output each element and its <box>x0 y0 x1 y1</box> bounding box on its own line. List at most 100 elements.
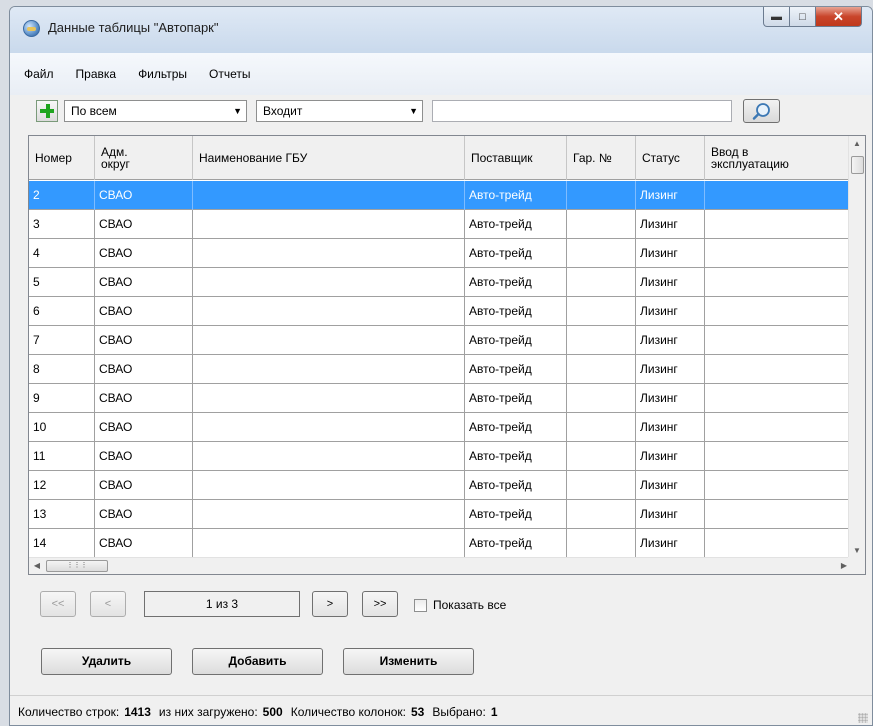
title-bar[interactable]: Данные таблицы "Автопарк" ▬ □ ✕ <box>10 7 872 53</box>
cell-garage-no[interactable] <box>567 268 636 297</box>
cell-status[interactable]: Лизинг <box>636 355 705 384</box>
cell-gbu-name[interactable] <box>193 297 465 326</box>
cell-garage-no[interactable] <box>567 413 636 442</box>
table-row[interactable]: 9 СВАО Авто-трейд Лизинг <box>29 384 852 413</box>
cell-garage-no[interactable] <box>567 471 636 500</box>
cell-district[interactable]: СВАО <box>95 355 193 384</box>
cell-commissioning[interactable] <box>705 355 852 384</box>
cell-garage-no[interactable] <box>567 529 636 558</box>
cell-commissioning[interactable] <box>705 500 852 529</box>
cell-supplier[interactable]: Авто-трейд <box>465 355 567 384</box>
cell-number[interactable]: 2 <box>29 181 95 210</box>
cell-status[interactable]: Лизинг <box>636 210 705 239</box>
cell-supplier[interactable]: Авто-трейд <box>465 413 567 442</box>
menu-reports[interactable]: Отчеты <box>209 67 250 81</box>
table-row[interactable]: 6 СВАО Авто-трейд Лизинг <box>29 297 852 326</box>
cell-status[interactable]: Лизинг <box>636 500 705 529</box>
cell-supplier[interactable]: Авто-трейд <box>465 471 567 500</box>
cell-commissioning[interactable] <box>705 268 852 297</box>
cell-supplier[interactable]: Авто-трейд <box>465 297 567 326</box>
table-row[interactable]: 14 СВАО Авто-трейд Лизинг <box>29 529 852 558</box>
cell-garage-no[interactable] <box>567 442 636 471</box>
cell-district[interactable]: СВАО <box>95 442 193 471</box>
cell-garage-no[interactable] <box>567 210 636 239</box>
cell-gbu-name[interactable] <box>193 384 465 413</box>
cell-number[interactable]: 14 <box>29 529 95 558</box>
column-header-supplier[interactable]: Поставщик <box>465 136 567 180</box>
condition-select[interactable]: Входит ▼ <box>256 100 423 122</box>
cell-status[interactable]: Лизинг <box>636 268 705 297</box>
first-page-button[interactable]: << <box>40 591 76 617</box>
show-all-checkbox[interactable] <box>414 598 427 612</box>
table-row[interactable]: 8 СВАО Авто-трейд Лизинг <box>29 355 852 384</box>
vertical-scroll-thumb[interactable] <box>851 156 864 174</box>
cell-number[interactable]: 4 <box>29 239 95 268</box>
cell-garage-no[interactable] <box>567 297 636 326</box>
cell-commissioning[interactable] <box>705 181 852 210</box>
add-record-plus-icon[interactable] <box>36 100 58 122</box>
column-header-gbu-name[interactable]: Наименование ГБУ <box>193 136 465 180</box>
minimize-button[interactable]: ▬ <box>763 7 790 27</box>
cell-supplier[interactable]: Авто-трейд <box>465 210 567 239</box>
cell-district[interactable]: СВАО <box>95 210 193 239</box>
cell-supplier[interactable]: Авто-трейд <box>465 239 567 268</box>
cell-supplier[interactable]: Авто-трейд <box>465 268 567 297</box>
menu-file[interactable]: Файл <box>24 67 54 81</box>
close-button[interactable]: ✕ <box>816 7 862 27</box>
horizontal-scrollbar[interactable]: ◀ ⋮⋮⋮ ▶ <box>29 557 852 574</box>
cell-supplier[interactable]: Авто-трейд <box>465 326 567 355</box>
cell-number[interactable]: 12 <box>29 471 95 500</box>
cell-commissioning[interactable] <box>705 442 852 471</box>
cell-district[interactable]: СВАО <box>95 500 193 529</box>
cell-gbu-name[interactable] <box>193 326 465 355</box>
cell-gbu-name[interactable] <box>193 181 465 210</box>
cell-status[interactable]: Лизинг <box>636 529 705 558</box>
column-header-status[interactable]: Статус <box>636 136 705 180</box>
scroll-up-icon[interactable]: ▲ <box>849 136 865 152</box>
cell-commissioning[interactable] <box>705 210 852 239</box>
cell-garage-no[interactable] <box>567 239 636 268</box>
cell-status[interactable]: Лизинг <box>636 181 705 210</box>
maximize-button[interactable]: □ <box>790 7 816 27</box>
cell-number[interactable]: 8 <box>29 355 95 384</box>
cell-district[interactable]: СВАО <box>95 413 193 442</box>
cell-status[interactable]: Лизинг <box>636 239 705 268</box>
vertical-scrollbar[interactable]: ▲ ▼ <box>848 136 865 559</box>
cell-commissioning[interactable] <box>705 529 852 558</box>
cell-number[interactable]: 11 <box>29 442 95 471</box>
cell-gbu-name[interactable] <box>193 529 465 558</box>
horizontal-scroll-thumb[interactable]: ⋮⋮⋮ <box>46 560 108 572</box>
cell-number[interactable]: 9 <box>29 384 95 413</box>
delete-button[interactable]: Удалить <box>41 648 172 675</box>
cell-district[interactable]: СВАО <box>95 297 193 326</box>
table-row[interactable]: 11 СВАО Авто-трейд Лизинг <box>29 442 852 471</box>
cell-commissioning[interactable] <box>705 384 852 413</box>
cell-number[interactable]: 5 <box>29 268 95 297</box>
cell-district[interactable]: СВАО <box>95 181 193 210</box>
field-select[interactable]: По всем ▼ <box>64 100 247 122</box>
cell-gbu-name[interactable] <box>193 268 465 297</box>
cell-gbu-name[interactable] <box>193 239 465 268</box>
cell-status[interactable]: Лизинг <box>636 326 705 355</box>
cell-garage-no[interactable] <box>567 181 636 210</box>
menu-filters[interactable]: Фильтры <box>138 67 187 81</box>
cell-district[interactable]: СВАО <box>95 239 193 268</box>
cell-supplier[interactable]: Авто-трейд <box>465 384 567 413</box>
cell-number[interactable]: 13 <box>29 500 95 529</box>
cell-gbu-name[interactable] <box>193 413 465 442</box>
cell-gbu-name[interactable] <box>193 500 465 529</box>
cell-gbu-name[interactable] <box>193 442 465 471</box>
table-row[interactable]: 4 СВАО Авто-трейд Лизинг <box>29 239 852 268</box>
search-button[interactable] <box>743 99 780 123</box>
column-header-district[interactable]: Адм. округ <box>95 136 193 180</box>
edit-button[interactable]: Изменить <box>343 648 474 675</box>
cell-district[interactable]: СВАО <box>95 471 193 500</box>
cell-number[interactable]: 6 <box>29 297 95 326</box>
cell-gbu-name[interactable] <box>193 355 465 384</box>
resize-grip-icon[interactable] <box>858 713 868 723</box>
cell-status[interactable]: Лизинг <box>636 471 705 500</box>
show-all-toggle[interactable]: Показать все <box>414 598 506 612</box>
cell-supplier[interactable]: Авто-трейд <box>465 442 567 471</box>
cell-status[interactable]: Лизинг <box>636 442 705 471</box>
cell-district[interactable]: СВАО <box>95 268 193 297</box>
